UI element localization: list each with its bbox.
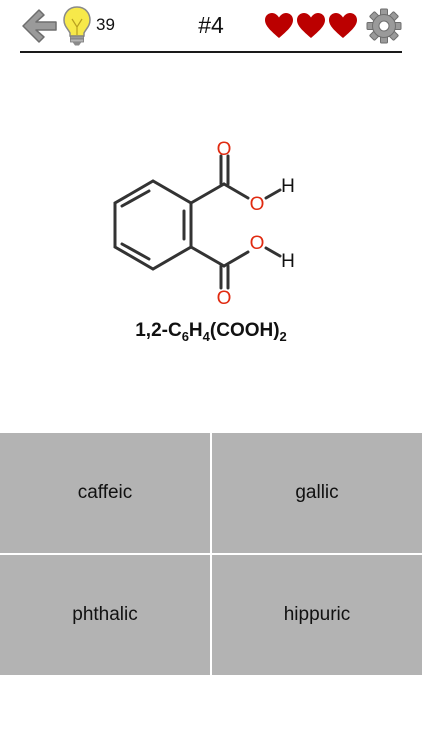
heart-icon — [265, 13, 293, 38]
answer-button[interactable]: caffeic — [0, 433, 210, 553]
header-divider — [20, 51, 402, 53]
formula-subscript: 6 — [181, 329, 189, 344]
gear-icon[interactable] — [366, 8, 402, 44]
oxygen-atom-label: O — [217, 139, 232, 160]
heart-icon — [297, 13, 325, 38]
chemical-formula: 1,2-C6H4(COOH)2 — [0, 320, 422, 344]
question-number: #4 — [198, 12, 224, 38]
bottom-blank-area — [0, 675, 422, 750]
heart-icon — [329, 13, 357, 38]
top-bar: 39 #4 — [0, 0, 422, 53]
formula-subscript: 2 — [279, 329, 287, 344]
formula-part: H — [188, 320, 203, 341]
formula-part: 1,2-C — [135, 320, 182, 341]
answer-grid: caffeic gallic phthalic hippuric — [0, 433, 422, 675]
oxygen-atom-label: O — [250, 194, 265, 215]
oxygen-atom-label: O — [250, 233, 265, 254]
hydrogen-atom-label: H — [281, 176, 295, 197]
lives-hearts — [264, 11, 358, 41]
oxygen-atom-label: O — [217, 288, 232, 309]
answer-button[interactable]: gallic — [212, 433, 422, 553]
answer-button[interactable]: hippuric — [212, 555, 422, 675]
molecule-structure: O O H O H O — [113, 139, 295, 309]
hydrogen-atom-label: H — [281, 251, 295, 272]
formula-subscript: 4 — [202, 329, 210, 344]
answer-button[interactable]: phthalic — [0, 555, 210, 675]
formula-part: (COOH) — [209, 320, 280, 341]
